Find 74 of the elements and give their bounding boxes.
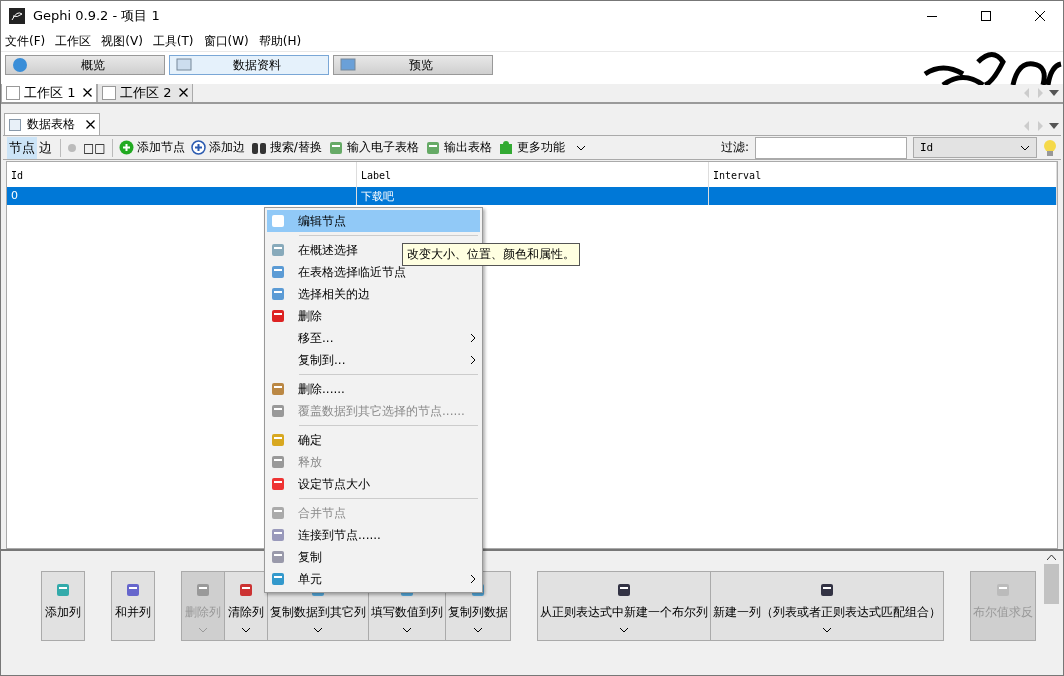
scroll-arrows-icon [1024, 121, 1043, 131]
filter-label: 过滤: [720, 139, 749, 156]
table-cell: 下载吧 [357, 187, 709, 205]
menu-item[interactable]: 窗口(W) [203, 32, 249, 50]
maximize-icon [981, 11, 991, 21]
toolbar-button[interactable]: 输出表格 [424, 139, 492, 156]
close-icon[interactable] [179, 87, 188, 97]
app-logo-icon [9, 8, 25, 24]
column-action-button[interactable]: 新建一列（列表或者正则表达式匹配组合） [710, 571, 944, 641]
menu-item[interactable]: 编辑节点 [267, 210, 480, 232]
menu-item[interactable]: 工具(T) [152, 32, 194, 50]
menu-item[interactable]: 设定节点大小 [267, 473, 480, 495]
column-action-button[interactable]: 从正则表达式中新建一个布尔列 [537, 571, 711, 641]
tab-label: 工作区 1 [24, 83, 76, 102]
toolbar-button[interactable]: 添加边 [190, 139, 245, 156]
chevron-down-icon [313, 627, 323, 633]
chevron-down-icon [198, 627, 208, 633]
menu-item[interactable]: 文件(F) [5, 32, 46, 50]
close-icon[interactable] [86, 119, 95, 129]
column-action-button[interactable]: 清除列 [224, 571, 268, 641]
menu-item[interactable]: 复制到... [267, 349, 480, 371]
column-dropdown[interactable]: Id [913, 137, 1037, 158]
table-cell: 0 [7, 187, 357, 205]
chevron-down-icon [473, 627, 483, 633]
document-icon [6, 85, 20, 100]
menu-item[interactable]: 视图(V) [101, 32, 143, 50]
dropdown-icon [1049, 90, 1059, 96]
document-icon [102, 85, 116, 100]
menu-item[interactable]: 工作区 [55, 32, 92, 50]
tab-label: 数据表格 [27, 116, 75, 133]
toolbar-button[interactable]: 输入电子表格 [327, 139, 419, 156]
globe-icon [12, 57, 28, 73]
column-action-button[interactable]: 添加列 [41, 571, 85, 641]
menu-item[interactable]: 复制 [267, 546, 480, 568]
menu-item[interactable]: 确定 [267, 429, 480, 451]
close-icon [1035, 11, 1045, 21]
toggle-button[interactable]: 节点 [7, 136, 37, 159]
dropdown-icon [1049, 123, 1059, 129]
menu-item[interactable]: 选择相关的边 [267, 283, 480, 305]
menu-item[interactable]: 移至... [267, 327, 480, 349]
scroll-arrows-icon [1024, 88, 1043, 98]
chevron-down-icon [575, 144, 586, 151]
chevron-down-icon [241, 627, 251, 633]
toolbar-button[interactable]: 搜索/替换 [250, 139, 322, 156]
toggle-button[interactable]: 边 [37, 136, 54, 159]
close-icon[interactable] [83, 87, 92, 97]
menu-item[interactable]: 帮助(H) [258, 32, 302, 50]
tooltip: 改变大小、位置、颜色和属性。 [402, 243, 580, 266]
tab-label: 工作区 2 [120, 83, 172, 102]
column-action-button[interactable]: 和并列 [111, 571, 155, 641]
arrow-up-icon [1047, 555, 1056, 560]
chevron-down-icon [619, 627, 629, 633]
lightbulb-icon[interactable] [1043, 138, 1057, 157]
panel-tab[interactable]: 数据表格 [4, 113, 100, 135]
menu-item[interactable]: 删除 [267, 305, 480, 327]
plus-circle-icon [118, 140, 134, 155]
chevron-down-icon [1020, 144, 1030, 151]
minimize-icon [927, 15, 937, 17]
perspective-button[interactable]: 数据资料 [169, 55, 329, 75]
workspace-tab[interactable]: 工作区 1 [1, 82, 97, 102]
gear-icon [67, 142, 77, 153]
workspace-tab[interactable]: 工作区 2 [97, 82, 193, 102]
menu-item[interactable]: 连接到节点...... [267, 524, 480, 546]
perspective-button[interactable]: 概览 [5, 55, 165, 75]
toolbar-button[interactable]: 更多功能 [497, 139, 586, 156]
plus-circle-icon [190, 140, 206, 155]
window-title: Gephi 0.9.2 - 项目 1 [33, 7, 161, 25]
chevron-down-icon [402, 627, 412, 633]
toolbar-button[interactable]: 添加节点 [118, 139, 185, 156]
filter-field[interactable] [755, 136, 907, 159]
menu-item[interactable]: 删除...... [267, 378, 480, 400]
chevron-down-icon [822, 627, 832, 633]
perspective-button[interactable]: 预览 [333, 55, 493, 75]
layout-toggle[interactable]: □□ [83, 140, 106, 155]
